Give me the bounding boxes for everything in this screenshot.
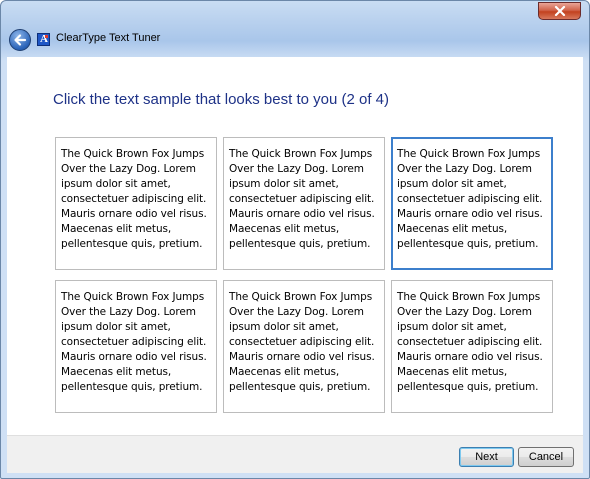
wizard-content: Click the text sample that looks best to…: [7, 57, 583, 435]
page-heading: Click the text sample that looks best to…: [53, 91, 389, 108]
sample-text: The Quick Brown Fox Jumps Over the Lazy …: [61, 291, 207, 393]
window-title: ClearType Text Tuner: [56, 32, 161, 44]
text-sample-6[interactable]: The Quick Brown Fox Jumps Over the Lazy …: [391, 280, 553, 413]
cleartype-app-icon: A: [37, 33, 50, 46]
close-icon: [554, 6, 566, 16]
text-sample-2[interactable]: The Quick Brown Fox Jumps Over the Lazy …: [223, 137, 385, 270]
sample-text: The Quick Brown Fox Jumps Over the Lazy …: [397, 148, 543, 250]
text-sample-4[interactable]: The Quick Brown Fox Jumps Over the Lazy …: [55, 280, 217, 413]
cancel-button[interactable]: Cancel: [518, 447, 574, 467]
back-arrow-icon: [14, 34, 27, 46]
text-sample-1[interactable]: The Quick Brown Fox Jumps Over the Lazy …: [55, 137, 217, 270]
back-button[interactable]: [9, 29, 31, 51]
title-bar: A ClearType Text Tuner: [1, 1, 589, 57]
text-sample-5[interactable]: The Quick Brown Fox Jumps Over the Lazy …: [223, 280, 385, 413]
next-button[interactable]: Next: [459, 447, 514, 467]
cleartype-window: A ClearType Text Tuner Click the text sa…: [0, 0, 590, 479]
close-button[interactable]: [538, 2, 581, 20]
text-sample-3[interactable]: The Quick Brown Fox Jumps Over the Lazy …: [391, 137, 553, 270]
sample-text: The Quick Brown Fox Jumps Over the Lazy …: [229, 148, 375, 250]
sample-text: The Quick Brown Fox Jumps Over the Lazy …: [229, 291, 375, 393]
button-bar: Next Cancel: [7, 435, 583, 473]
sample-text: The Quick Brown Fox Jumps Over the Lazy …: [397, 291, 543, 393]
sample-text: The Quick Brown Fox Jumps Over the Lazy …: [61, 148, 207, 250]
